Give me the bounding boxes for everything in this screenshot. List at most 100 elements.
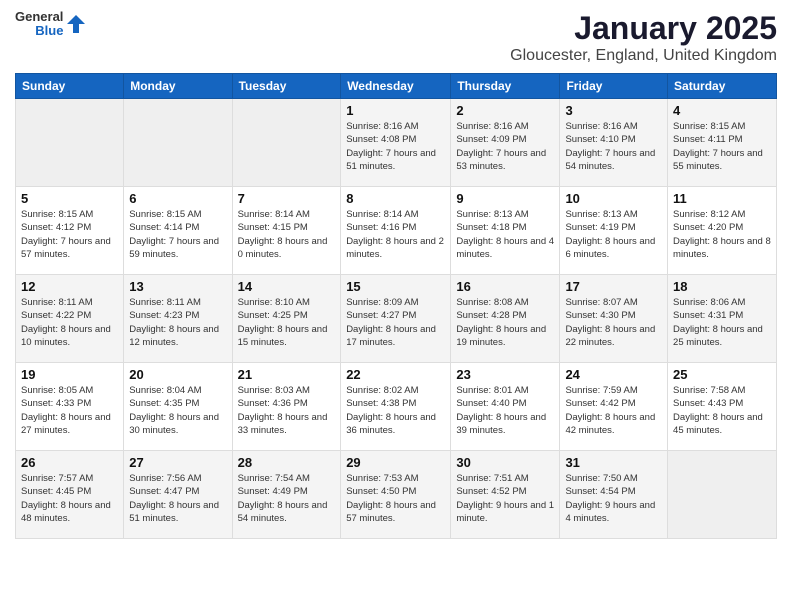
day-number: 28 [238, 455, 336, 470]
table-row: 31Sunrise: 7:50 AM Sunset: 4:54 PM Dayli… [560, 451, 668, 539]
day-number: 29 [346, 455, 445, 470]
day-info: Sunrise: 7:53 AM Sunset: 4:50 PM Dayligh… [346, 472, 445, 525]
day-number: 2 [456, 103, 554, 118]
table-row: 11Sunrise: 8:12 AM Sunset: 4:20 PM Dayli… [668, 187, 777, 275]
table-row: 9 Sunrise: 8:13 AM Sunset: 4:18 PM Daylig… [451, 187, 560, 275]
day-info: Sunrise: 8:10 AM Sunset: 4:25 PM Dayligh… [238, 296, 336, 349]
day-number: 24 [565, 367, 662, 382]
table-row: 25Sunrise: 7:58 AM Sunset: 4:43 PM Dayli… [668, 363, 777, 451]
table-row: 1 Sunrise: 8:16 AM Sunset: 4:08 PM Daylig… [341, 99, 451, 187]
header: General Blue January 2025 Gloucester, En… [15, 10, 777, 65]
location-title: Gloucester, England, United Kingdom [510, 47, 777, 65]
logo-blue: Blue [35, 24, 63, 38]
day-info: Sunrise: 7:54 AM Sunset: 4:49 PM Dayligh… [238, 472, 336, 525]
table-row: 29 Sunrise: 7:53 AM Sunset: 4:50 PM Dayli… [341, 451, 451, 539]
table-row: 20 Sunrise: 8:04 AM Sunset: 4:35 PM Dayli… [124, 363, 232, 451]
table-row: 30 Sunrise: 7:51 AM Sunset: 4:52 PM Dayli… [451, 451, 560, 539]
day-number: 19 [21, 367, 118, 382]
day-info: Sunrise: 8:14 AM Sunset: 4:16 PM Dayligh… [346, 208, 445, 261]
day-info: Sunrise: 8:16 AM Sunset: 4:08 PM Dayligh… [346, 120, 445, 173]
day-info: Sunrise: 7:51 AM Sunset: 4:52 PM Dayligh… [456, 472, 554, 525]
day-number: 26 [21, 455, 118, 470]
table-row: 23 Sunrise: 8:01 AM Sunset: 4:40 PM Dayli… [451, 363, 560, 451]
day-info: Sunrise: 8:14 AM Sunset: 4:15 PM Dayligh… [238, 208, 336, 261]
table-row: 27Sunrise: 7:56 AM Sunset: 4:47 PM Dayli… [124, 451, 232, 539]
day-info: Sunrise: 8:16 AM Sunset: 4:09 PM Dayligh… [456, 120, 554, 173]
table-row: 18 Sunrise: 8:06 AM Sunset: 4:31 PM Dayli… [668, 275, 777, 363]
day-number: 16 [456, 279, 554, 294]
day-number: 14 [238, 279, 336, 294]
table-row: 26 Sunrise: 7:57 AM Sunset: 4:45 PM Dayli… [16, 451, 124, 539]
table-row: 15 Sunrise: 8:09 AM Sunset: 4:27 PM Dayli… [341, 275, 451, 363]
col-saturday: Saturday [668, 74, 777, 99]
day-info: Sunrise: 8:12 AM Sunset: 4:20 PM Dayligh… [673, 208, 771, 261]
day-number: 15 [346, 279, 445, 294]
day-number: 13 [129, 279, 226, 294]
day-number: 17 [565, 279, 662, 294]
day-number: 30 [456, 455, 554, 470]
table-row: 19Sunrise: 8:05 AM Sunset: 4:33 PM Dayli… [16, 363, 124, 451]
day-info: Sunrise: 8:09 AM Sunset: 4:27 PM Dayligh… [346, 296, 445, 349]
day-number: 18 [673, 279, 771, 294]
col-sunday: Sunday [16, 74, 124, 99]
day-number: 6 [129, 191, 226, 206]
day-number: 8 [346, 191, 445, 206]
logo-icon [65, 13, 87, 35]
day-number: 23 [456, 367, 554, 382]
table-row: 10Sunrise: 8:13 AM Sunset: 4:19 PM Dayli… [560, 187, 668, 275]
day-info: Sunrise: 7:57 AM Sunset: 4:45 PM Dayligh… [21, 472, 118, 525]
table-row: 12Sunrise: 8:11 AM Sunset: 4:22 PM Dayli… [16, 275, 124, 363]
logo: General Blue [15, 10, 87, 39]
col-monday: Monday [124, 74, 232, 99]
calendar-header-row: Sunday Monday Tuesday Wednesday Thursday… [16, 74, 777, 99]
table-row: 16 Sunrise: 8:08 AM Sunset: 4:28 PM Dayli… [451, 275, 560, 363]
calendar-week-row: 12Sunrise: 8:11 AM Sunset: 4:22 PM Dayli… [16, 275, 777, 363]
day-info: Sunrise: 8:13 AM Sunset: 4:19 PM Dayligh… [565, 208, 662, 261]
day-info: Sunrise: 8:02 AM Sunset: 4:38 PM Dayligh… [346, 384, 445, 437]
table-row: 28 Sunrise: 7:54 AM Sunset: 4:49 PM Dayli… [232, 451, 341, 539]
day-info: Sunrise: 8:15 AM Sunset: 4:14 PM Dayligh… [129, 208, 226, 261]
day-number: 1 [346, 103, 445, 118]
day-info: Sunrise: 8:04 AM Sunset: 4:35 PM Dayligh… [129, 384, 226, 437]
col-thursday: Thursday [451, 74, 560, 99]
col-tuesday: Tuesday [232, 74, 341, 99]
table-row: 6 Sunrise: 8:15 AM Sunset: 4:14 PM Daylig… [124, 187, 232, 275]
month-title: January 2025 [510, 10, 777, 47]
title-area: January 2025 Gloucester, England, United… [510, 10, 777, 65]
calendar-week-row: 26 Sunrise: 7:57 AM Sunset: 4:45 PM Dayli… [16, 451, 777, 539]
day-number: 21 [238, 367, 336, 382]
col-friday: Friday [560, 74, 668, 99]
table-row: 2 Sunrise: 8:16 AM Sunset: 4:09 PM Daylig… [451, 99, 560, 187]
table-row: 13 Sunrise: 8:11 AM Sunset: 4:23 PM Dayli… [124, 275, 232, 363]
table-row: 7 Sunrise: 8:14 AM Sunset: 4:15 PM Daylig… [232, 187, 341, 275]
day-info: Sunrise: 8:11 AM Sunset: 4:23 PM Dayligh… [129, 296, 226, 349]
table-row: 22Sunrise: 8:02 AM Sunset: 4:38 PM Dayli… [341, 363, 451, 451]
calendar: Sunday Monday Tuesday Wednesday Thursday… [15, 73, 777, 539]
col-wednesday: Wednesday [341, 74, 451, 99]
day-number: 7 [238, 191, 336, 206]
day-number: 20 [129, 367, 226, 382]
day-info: Sunrise: 8:11 AM Sunset: 4:22 PM Dayligh… [21, 296, 118, 349]
day-info: Sunrise: 8:15 AM Sunset: 4:11 PM Dayligh… [673, 120, 771, 173]
table-row: 3 Sunrise: 8:16 AM Sunset: 4:10 PM Daylig… [560, 99, 668, 187]
day-number: 31 [565, 455, 662, 470]
day-number: 3 [565, 103, 662, 118]
table-row: 17Sunrise: 8:07 AM Sunset: 4:30 PM Dayli… [560, 275, 668, 363]
day-info: Sunrise: 8:13 AM Sunset: 4:18 PM Dayligh… [456, 208, 554, 261]
day-number: 9 [456, 191, 554, 206]
day-info: Sunrise: 8:06 AM Sunset: 4:31 PM Dayligh… [673, 296, 771, 349]
table-row: 24Sunrise: 7:59 AM Sunset: 4:42 PM Dayli… [560, 363, 668, 451]
day-number: 27 [129, 455, 226, 470]
calendar-week-row: 1 Sunrise: 8:16 AM Sunset: 4:08 PM Daylig… [16, 99, 777, 187]
day-info: Sunrise: 8:08 AM Sunset: 4:28 PM Dayligh… [456, 296, 554, 349]
table-row: 4 Sunrise: 8:15 AM Sunset: 4:11 PM Daylig… [668, 99, 777, 187]
table-row [232, 99, 341, 187]
day-number: 5 [21, 191, 118, 206]
table-row [16, 99, 124, 187]
table-row: 8 Sunrise: 8:14 AM Sunset: 4:16 PM Daylig… [341, 187, 451, 275]
page-container: General Blue January 2025 Gloucester, En… [0, 0, 792, 549]
day-info: Sunrise: 8:16 AM Sunset: 4:10 PM Dayligh… [565, 120, 662, 173]
day-info: Sunrise: 8:01 AM Sunset: 4:40 PM Dayligh… [456, 384, 554, 437]
day-number: 4 [673, 103, 771, 118]
day-info: Sunrise: 7:58 AM Sunset: 4:43 PM Dayligh… [673, 384, 771, 437]
